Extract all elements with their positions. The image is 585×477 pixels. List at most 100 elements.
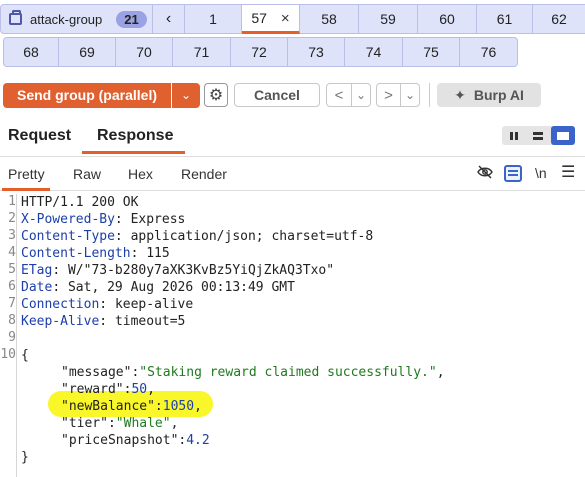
prev-tab-arrow[interactable]: ‹ xyxy=(153,4,185,34)
header-value: Sat, 29 Aug 2026 00:13:49 GMT xyxy=(67,280,295,295)
tab-58[interactable]: 58 xyxy=(300,4,359,34)
line-number: 9 xyxy=(8,330,16,345)
header-line: Content-Length: 115 xyxy=(21,246,170,261)
forward-history-dropdown[interactable]: ⌄ xyxy=(401,83,420,107)
back-history-dropdown[interactable]: ⌄ xyxy=(352,83,371,107)
tab-73[interactable]: 73 xyxy=(288,37,345,67)
view-tab-indicator xyxy=(2,188,50,191)
json-value: "Whale" xyxy=(115,416,171,431)
folder-icon xyxy=(9,10,22,25)
settings-button[interactable]: ⚙ xyxy=(204,83,228,107)
layout-stacked-button[interactable] xyxy=(526,126,550,145)
header-name: Connection xyxy=(21,297,100,312)
tab-request[interactable]: Request xyxy=(8,127,71,145)
eye-slash-icon[interactable] xyxy=(477,164,493,183)
tab-75[interactable]: 75 xyxy=(403,37,460,67)
tab-59[interactable]: 59 xyxy=(359,4,418,34)
close-icon[interactable]: × xyxy=(281,10,290,27)
tab-group[interactable]: attack-group 21 xyxy=(0,4,153,34)
group-name: attack-group xyxy=(30,11,103,27)
group-count-badge: 21 xyxy=(116,10,147,28)
gear-icon: ⚙ xyxy=(208,87,224,104)
status-line: HTTP/1.1 200 OK xyxy=(21,195,139,210)
json-value: 4.2 xyxy=(186,433,210,448)
gutter-divider xyxy=(16,194,17,477)
header-value: keep-alive xyxy=(114,297,194,312)
layout-single-button[interactable] xyxy=(550,126,575,145)
json-value: 1050 xyxy=(162,399,195,414)
line-number: 6 xyxy=(8,279,16,294)
json-key: "priceSnapshot" xyxy=(61,433,179,448)
rows-icon xyxy=(533,131,544,141)
active-tab-indicator xyxy=(82,151,185,154)
json-value: "Staking reward claimed successfully." xyxy=(139,365,437,380)
tab-57[interactable]: 57 × xyxy=(242,4,300,34)
newline-toggle[interactable]: \n xyxy=(535,165,547,181)
line-number: 1 xyxy=(8,194,16,209)
header-line: X-Powered-By: Express xyxy=(21,212,186,227)
header-name: Content-Length xyxy=(21,246,131,261)
word-wrap-icon[interactable] xyxy=(504,165,522,182)
send-group-button[interactable]: Send group (parallel) xyxy=(3,82,171,108)
json-key: "tier" xyxy=(61,416,108,431)
json-key: "reward" xyxy=(61,382,124,397)
header-name: Content-Type xyxy=(21,229,115,244)
tab-hex[interactable]: Hex xyxy=(128,166,153,182)
line-number: 3 xyxy=(8,228,16,243)
tab-69[interactable]: 69 xyxy=(59,37,116,67)
tab-pretty[interactable]: Pretty xyxy=(8,166,45,182)
json-value: 50 xyxy=(131,382,148,397)
forward-button[interactable]: > xyxy=(376,83,401,107)
line-number: 4 xyxy=(8,245,16,260)
line-number: 2 xyxy=(8,211,16,226)
header-name: X-Powered-By xyxy=(21,212,115,227)
toolbar: Send group (parallel) ⌄ ⚙ Cancel < ⌄ > ⌄… xyxy=(3,82,541,108)
tab-61[interactable]: 61 xyxy=(477,4,533,34)
line-number: 8 xyxy=(8,313,16,328)
header-value: W/"73-b280y7aXK3KvBz5YiQjZkAQ3Txo" xyxy=(67,263,335,278)
line-number: 10 xyxy=(0,347,16,362)
json-close-brace: } xyxy=(21,450,29,465)
json-open-brace: { xyxy=(21,348,29,363)
toolbar-divider xyxy=(429,83,430,107)
header-value: application/json; charset=utf-8 xyxy=(130,229,374,244)
tab-raw[interactable]: Raw xyxy=(73,166,101,182)
header-line: Content-Type: application/json; charset=… xyxy=(21,229,374,244)
json-line-newbalance: "newBalance":1050, xyxy=(61,399,202,414)
cancel-button[interactable]: Cancel xyxy=(234,83,320,107)
chevron-down-icon: ⌄ xyxy=(355,88,367,102)
back-button[interactable]: < xyxy=(326,83,352,107)
tab-72[interactable]: 72 xyxy=(231,37,288,67)
request-response-tabs: Request Response xyxy=(0,122,585,154)
tab-62[interactable]: 62 xyxy=(533,4,585,34)
tab-60[interactable]: 60 xyxy=(418,4,477,34)
chevron-down-icon: ⌄ xyxy=(180,88,192,102)
menu-icon[interactable]: ☰ xyxy=(561,162,575,182)
tab-68[interactable]: 68 xyxy=(3,37,59,67)
send-options-dropdown[interactable]: ⌄ xyxy=(172,82,200,108)
json-line-pricesnapshot: "priceSnapshot":4.2 xyxy=(61,433,210,448)
tab-response[interactable]: Response xyxy=(97,127,173,145)
tab-strip-row-1: attack-group 21 ‹ 1 57 × 58 59 60 61 62 xyxy=(0,4,585,34)
line-number: 7 xyxy=(8,296,16,311)
chevron-right-icon: > xyxy=(384,86,393,104)
chevron-down-icon: ⌄ xyxy=(404,88,416,102)
tab-76[interactable]: 76 xyxy=(460,37,518,67)
header-value: Express xyxy=(130,212,186,227)
sparkle-icon: ✦ xyxy=(454,86,466,103)
header-value: timeout=5 xyxy=(114,314,186,329)
response-editor[interactable]: 1 2 3 4 5 6 7 8 9 10 HTTP/1.1 200 OK X-P… xyxy=(0,194,585,477)
json-line-tier: "tier":"Whale", xyxy=(61,416,179,431)
tab-strip-row-2: 68 69 70 71 72 73 74 75 76 xyxy=(3,37,518,67)
json-line-message: "message":"Staking reward claimed succes… xyxy=(61,365,445,380)
tab-74[interactable]: 74 xyxy=(345,37,403,67)
line-number: 5 xyxy=(8,262,16,277)
json-key: "message" xyxy=(61,365,132,380)
tab-render[interactable]: Render xyxy=(181,166,227,182)
header-line: ETag: W/"73-b280y7aXK3KvBz5YiQjZkAQ3Txo" xyxy=(21,263,335,278)
tab-1[interactable]: 1 xyxy=(185,4,242,34)
layout-side-by-side-button[interactable] xyxy=(502,126,526,145)
tab-71[interactable]: 71 xyxy=(173,37,231,67)
tab-70[interactable]: 70 xyxy=(116,37,173,67)
burp-ai-button[interactable]: ✦ Burp AI xyxy=(437,83,541,107)
